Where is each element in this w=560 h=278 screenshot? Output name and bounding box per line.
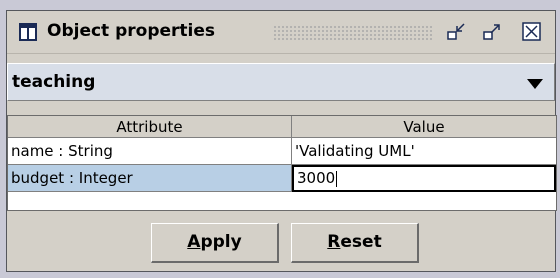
title-bar-pattern [273,25,433,41]
window-title: Object properties [47,21,216,41]
value-cell-name[interactable]: 'Validating UML' [292,138,556,165]
attribute-cell-budget[interactable]: budget : Integer [8,165,292,192]
title-bar[interactable]: Object properties [7,11,555,54]
attribute-cell-name[interactable]: name : String [8,138,292,165]
close-icon[interactable] [521,21,543,43]
text-caret [336,170,338,187]
minimize-icon[interactable] [445,21,467,43]
value-cell-budget-text: 3000 [297,169,336,187]
reset-mnemonic: R [327,232,341,252]
attributes-table: Attribute Value name : String 'Validatin… [7,115,557,211]
maximize-icon[interactable] [481,21,503,43]
object-properties-window: Object properties teaching Attribute Val… [6,10,557,272]
value-cell-budget-editor[interactable]: 3000 [292,165,556,192]
apply-mnemonic: A [187,232,201,252]
table-icon [19,23,37,41]
object-selector-dropdown[interactable]: teaching [7,63,555,101]
apply-button[interactable]: Apply [151,223,279,263]
column-header-value[interactable]: Value [292,116,556,138]
apply-label: pply [200,232,242,252]
column-header-attribute[interactable]: Attribute [8,116,292,138]
object-selector-value: teaching [12,72,96,92]
reset-label: eset [340,232,382,252]
chevron-down-icon[interactable] [526,78,544,90]
reset-button[interactable]: Reset [291,223,419,263]
